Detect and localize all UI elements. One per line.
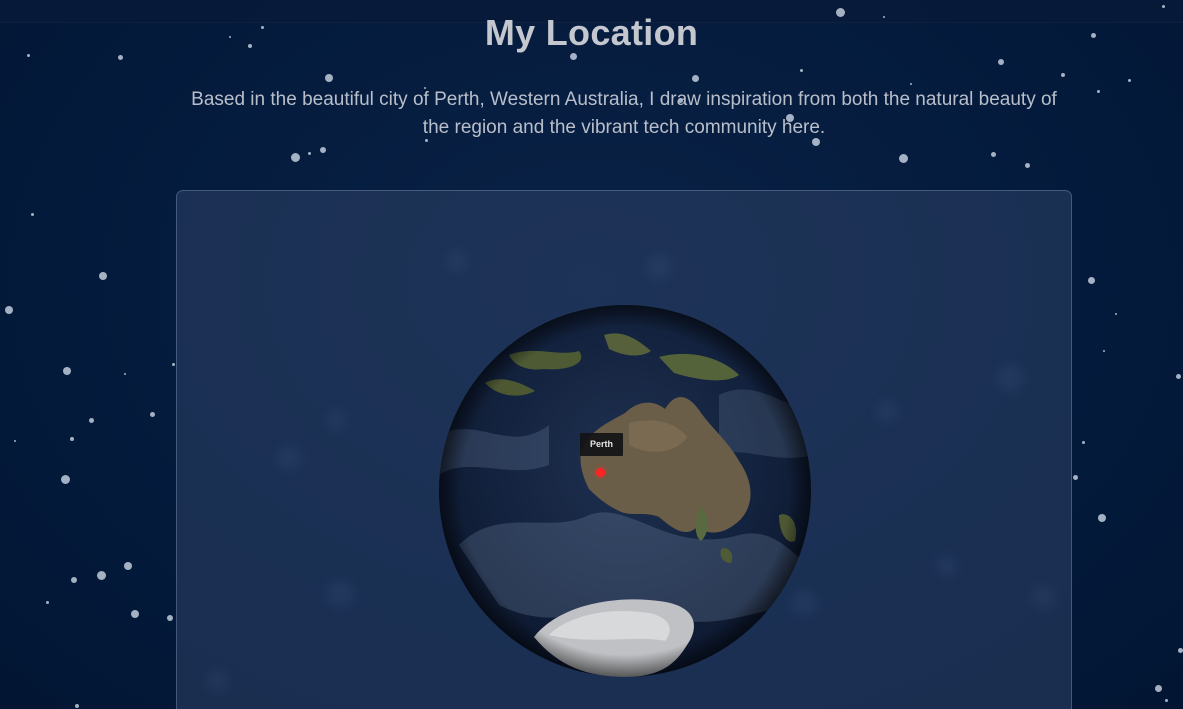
star [96, 570, 106, 580]
star [124, 373, 126, 375]
star [1061, 73, 1065, 77]
globe-graphic[interactable] [439, 305, 811, 677]
star [799, 68, 803, 72]
star [1087, 276, 1095, 284]
star [1164, 698, 1168, 702]
location-description: Based in the beautiful city of Perth, We… [191, 89, 1057, 138]
star [898, 153, 908, 163]
star [1127, 78, 1131, 82]
star [1177, 647, 1183, 653]
haze-dot [1032, 586, 1054, 608]
star [691, 74, 699, 82]
haze-dot [327, 581, 353, 607]
star [45, 600, 49, 604]
star [30, 212, 34, 216]
globe-shading [439, 305, 811, 677]
star [290, 152, 300, 162]
star [60, 474, 70, 484]
star [117, 54, 123, 60]
haze-dot [647, 255, 671, 279]
star [1096, 89, 1100, 93]
star [998, 59, 1004, 65]
star [167, 615, 173, 621]
star [149, 411, 155, 417]
location-section: My Location Based in the beautiful city … [0, 0, 1183, 709]
page-title: My Location [484, 12, 699, 53]
star [171, 362, 175, 366]
haze-dot [327, 411, 345, 429]
star [1103, 350, 1105, 352]
star [14, 440, 16, 442]
perth-label: Perth [580, 433, 623, 456]
haze-dot [447, 251, 467, 271]
star [5, 306, 13, 314]
star [71, 577, 77, 583]
star [1154, 684, 1162, 692]
star [99, 272, 107, 280]
globe-map-card[interactable]: Perth [176, 190, 1072, 709]
haze-dot [877, 401, 897, 421]
perth-marker-dot[interactable] [596, 468, 605, 477]
haze-dot [997, 365, 1023, 391]
star [1024, 162, 1030, 168]
star [910, 83, 912, 85]
haze-dot [207, 671, 227, 691]
star [124, 562, 132, 570]
haze-dot [277, 446, 301, 470]
haze-dot [937, 556, 957, 576]
star [1081, 440, 1085, 444]
star [1115, 313, 1117, 315]
star [88, 417, 94, 423]
star [990, 151, 996, 157]
star [1175, 373, 1181, 379]
star [70, 437, 74, 441]
star [131, 610, 139, 618]
star [1098, 514, 1106, 522]
star [1072, 474, 1078, 480]
star [307, 151, 311, 155]
star [325, 74, 333, 82]
star [63, 367, 71, 375]
star [75, 704, 79, 708]
earth-globe[interactable]: Perth [439, 305, 811, 677]
star [320, 147, 326, 153]
